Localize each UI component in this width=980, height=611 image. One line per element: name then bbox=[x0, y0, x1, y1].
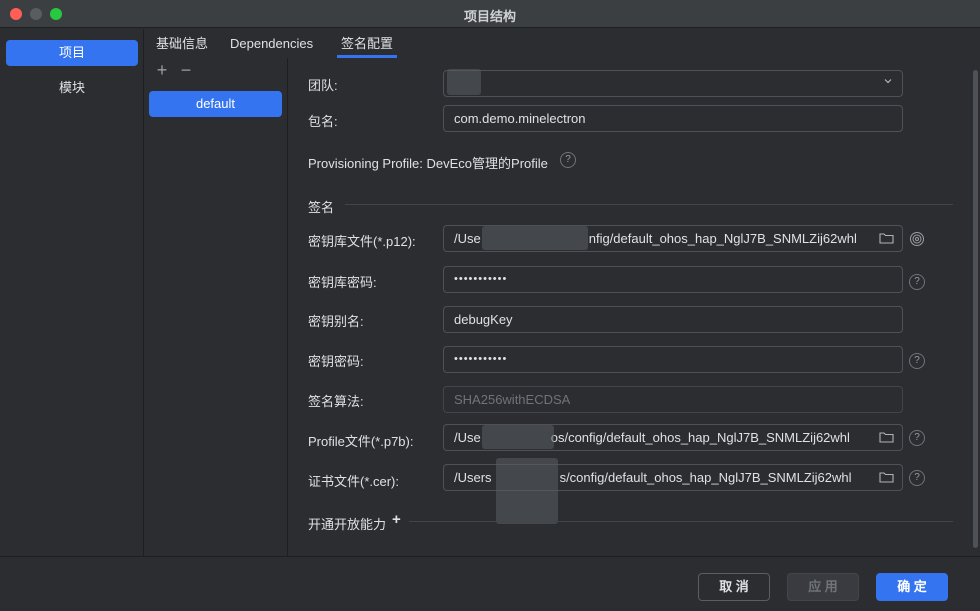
tab-signing-config[interactable]: 签名配置 bbox=[336, 29, 398, 58]
open-capabilities-label: 开通开放能力 bbox=[308, 517, 387, 532]
keystore-password-field[interactable]: ••••••••••• bbox=[443, 266, 903, 293]
redacted-path bbox=[482, 425, 554, 449]
key-password-label: 密钥密码: bbox=[308, 354, 364, 369]
add-icon[interactable]: + bbox=[153, 61, 171, 79]
help-icon[interactable]: ? bbox=[560, 152, 576, 168]
profile-file-label: Profile文件(*.p7b): bbox=[308, 434, 414, 449]
cancel-button[interactable]: 取 消 bbox=[698, 573, 770, 601]
window-title: 项目结构 bbox=[463, 9, 516, 24]
tab-basic-info[interactable]: 基础信息 bbox=[156, 29, 208, 58]
signing-form: 团队: 包名: com.demo.minelectron Provisionin… bbox=[289, 58, 980, 556]
cert-file-label: 证书文件(*.cer): bbox=[308, 474, 400, 489]
folder-icon[interactable] bbox=[879, 431, 894, 443]
key-alias-label: 密钥别名: bbox=[308, 314, 364, 329]
dialog-footer: 取 消 应 用 确 定 bbox=[0, 556, 980, 611]
tab-dependencies[interactable]: Dependencies bbox=[230, 29, 313, 58]
help-icon[interactable]: ? bbox=[909, 470, 925, 486]
help-icon[interactable]: ? bbox=[909, 274, 925, 290]
help-icon[interactable]: ? bbox=[909, 430, 925, 446]
key-password-field[interactable]: ••••••••••• bbox=[443, 346, 903, 373]
package-field[interactable]: com.demo.minelectron bbox=[443, 105, 903, 132]
tab-bar: 基础信息 Dependencies 签名配置 bbox=[145, 29, 980, 58]
section-divider bbox=[409, 521, 953, 522]
keystore-file-label: 密钥库文件(*.p12): bbox=[308, 234, 416, 249]
add-capability-icon[interactable]: + bbox=[392, 511, 401, 528]
folder-icon[interactable] bbox=[879, 232, 894, 244]
help-icon[interactable]: ? bbox=[909, 353, 925, 369]
redacted-path bbox=[496, 458, 558, 524]
redacted-path bbox=[482, 226, 588, 250]
package-label: 包名: bbox=[308, 114, 338, 129]
chevron-down-icon bbox=[884, 79, 892, 84]
apply-button[interactable]: 应 用 bbox=[787, 573, 859, 601]
fingerprint-icon[interactable] bbox=[909, 231, 925, 247]
signing-config-list: + − default bbox=[145, 58, 288, 556]
list-item[interactable]: default bbox=[149, 91, 282, 117]
remove-icon[interactable]: − bbox=[177, 61, 195, 79]
section-divider bbox=[345, 204, 953, 205]
sidebar-item-project[interactable]: 项目 bbox=[6, 40, 138, 66]
team-select[interactable] bbox=[443, 70, 903, 97]
sign-section-title: 签名 bbox=[308, 200, 335, 215]
title-bar: 项目结构 bbox=[0, 0, 980, 28]
folder-icon[interactable] bbox=[879, 471, 894, 483]
provisioning-text: Provisioning Profile: DevEco管理的Profile bbox=[308, 156, 548, 171]
keystore-password-label: 密钥库密码: bbox=[308, 275, 377, 290]
sign-algorithm-field: SHA256withECDSA bbox=[443, 386, 903, 413]
redacted-team bbox=[447, 69, 481, 95]
sidebar: 项目 模块 bbox=[0, 29, 144, 556]
sign-algorithm-label: 签名算法: bbox=[308, 394, 364, 409]
ok-button[interactable]: 确 定 bbox=[876, 573, 948, 601]
key-alias-field[interactable]: debugKey bbox=[443, 306, 903, 333]
scrollbar[interactable] bbox=[973, 70, 978, 548]
team-label: 团队: bbox=[308, 78, 338, 93]
sidebar-item-module[interactable]: 模块 bbox=[6, 75, 138, 101]
